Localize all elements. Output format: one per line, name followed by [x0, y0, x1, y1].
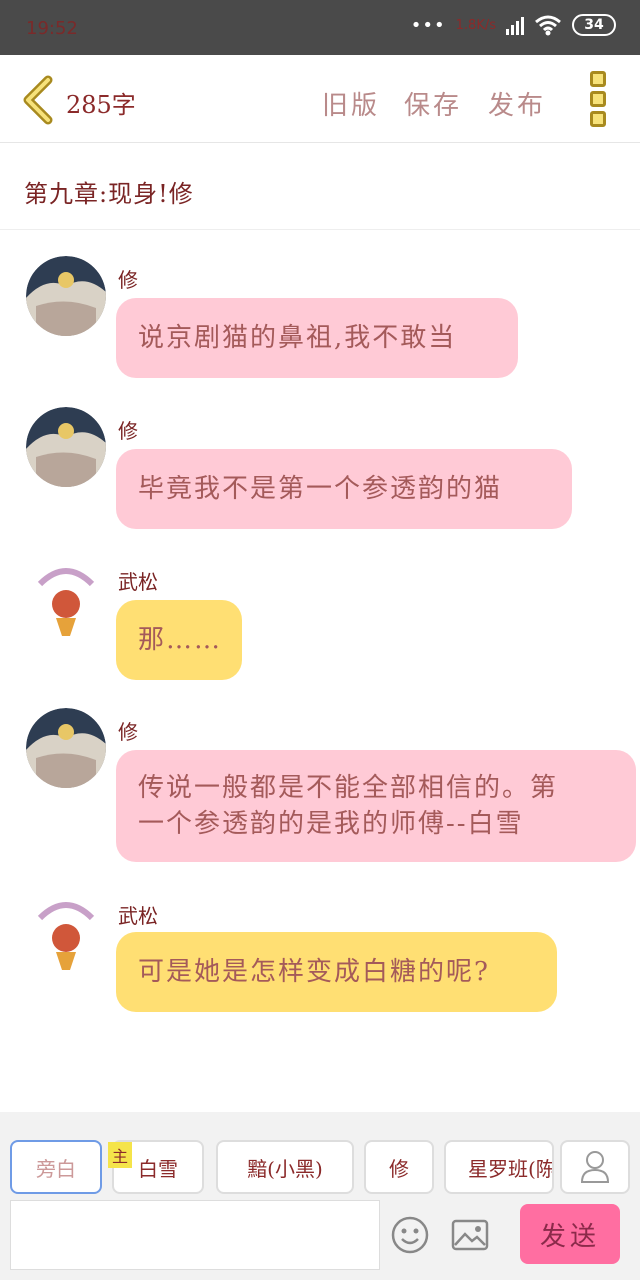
publish-button[interactable]: 发布 [488, 85, 546, 122]
sender-name: 修 [118, 268, 138, 292]
role-label: 白雪 [138, 1156, 178, 1181]
avatar-xiu[interactable] [26, 708, 106, 788]
avatar-wusong[interactable] [26, 558, 106, 638]
sender-name: 修 [118, 419, 138, 443]
send-button[interactable]: 发送 [520, 1204, 620, 1264]
role-label: 星罗班(陈 [468, 1156, 554, 1181]
message-bubble[interactable]: 毕竟我不是第一个参透韵的猫 [116, 449, 572, 529]
message-input[interactable] [10, 1200, 380, 1270]
message-text: 说京剧猫的鼻祖,我不敢当 [138, 323, 457, 353]
role-chip-narrator[interactable]: 旁白 [10, 1140, 102, 1194]
network-speed: 1.8K/s [455, 17, 496, 33]
message-text: 毕竟我不是第一个参透韵的猫 [138, 474, 503, 504]
role-chip-xingluoban[interactable]: 星罗班(陈 [444, 1140, 554, 1194]
message-bubble[interactable]: 那…… [116, 600, 242, 680]
wifi-icon [535, 15, 561, 36]
user-icon[interactable] [560, 1140, 630, 1194]
role-label: 黯(小黑) [247, 1156, 323, 1181]
main-role-badge: 主 [108, 1142, 132, 1168]
message-text: 那…… [138, 625, 223, 655]
sender-name: 武松 [118, 904, 158, 928]
old-version-button[interactable]: 旧版 [322, 85, 380, 122]
avatar-xiu[interactable] [26, 407, 106, 487]
image-icon[interactable] [450, 1215, 490, 1255]
status-bar: 19:52 ••• 1.8K/s 34 [0, 0, 640, 55]
avatar-xiu[interactable] [26, 256, 106, 336]
battery-level: 34 [584, 17, 604, 33]
role-label: 修 [389, 1156, 409, 1181]
message-bubble[interactable]: 可是她是怎样变成白糖的呢? [116, 932, 557, 1012]
word-count: 285字 [66, 91, 136, 119]
role-chip-xiu[interactable]: 修 [364, 1140, 434, 1194]
avatar-wusong[interactable] [26, 892, 106, 972]
message-text: 可是她是怎样变成白糖的呢? [138, 957, 490, 987]
message-bubble[interactable]: 说京剧猫的鼻祖,我不敢当 [116, 298, 518, 378]
chapter-title[interactable]: 第九章:现身!修 [24, 174, 194, 209]
save-button[interactable]: 保存 [404, 85, 462, 122]
editor-toolbar: 285字 旧版 保存 发布 [0, 55, 640, 143]
back-icon[interactable] [18, 75, 58, 125]
notification-dots: ••• [410, 14, 446, 36]
message-text-line2: 一个参透韵的是我的师傅--白雪 [138, 809, 524, 839]
message-text-line1: 传说一般都是不能全部相信的。第 [138, 773, 559, 803]
emoji-icon[interactable] [390, 1215, 430, 1255]
message-bubble[interactable]: 传说一般都是不能全部相信的。第 一个参透韵的是我的师傅--白雪 [116, 750, 636, 862]
battery-icon: 34 [572, 14, 616, 36]
compose-area: 旁白 白雪 主 黯(小黑) 修 星罗班(陈 发送 [0, 1112, 640, 1280]
role-chip-an[interactable]: 黯(小黑) [216, 1140, 354, 1194]
send-label: 发送 [539, 1221, 600, 1252]
badge-label: 主 [111, 1147, 128, 1166]
chapter-header: 第九章:现身!修 [0, 144, 640, 230]
signal-icon [506, 15, 524, 35]
sender-name: 修 [118, 720, 138, 744]
status-time: 19:52 [26, 18, 78, 39]
status-icons: ••• 1.8K/s 34 [411, 14, 616, 36]
more-menu-icon[interactable] [590, 71, 610, 127]
sender-name: 武松 [118, 570, 158, 594]
role-label: 旁白 [36, 1156, 76, 1181]
